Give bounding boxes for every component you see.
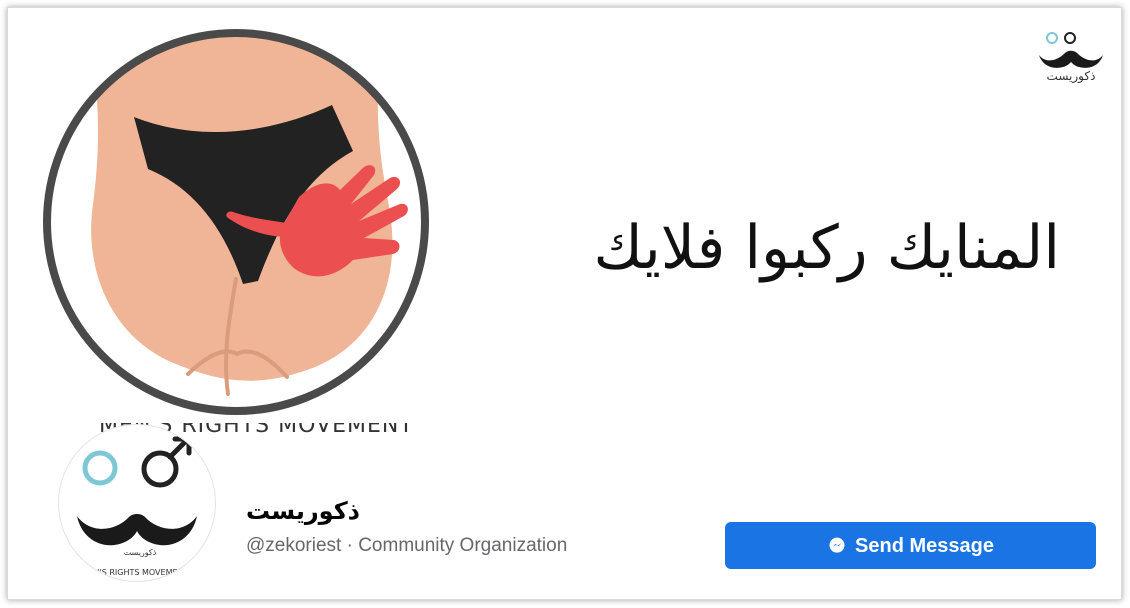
cover-illustration	[43, 29, 429, 415]
cover-photo: MEN'S RIGHTS MOVEMENT المنايك ركبوا فلاي…	[8, 8, 1121, 438]
send-message-button[interactable]: Send Message	[725, 522, 1096, 569]
avatar-arabic-text: ذكوريست	[123, 548, 157, 557]
facebook-page-header: MEN'S RIGHTS MOVEMENT المنايك ركبوا فلاي…	[7, 7, 1122, 600]
page-name[interactable]: ذكوريست	[246, 494, 426, 528]
corner-logo-text: ذكوريست	[1046, 69, 1096, 83]
cover-arabic-slogan: المنايك ركبوا فلايك	[593, 213, 1061, 283]
send-message-label: Send Message	[855, 534, 994, 557]
avatar-caption: MEN'S RIGHTS MOVEMENT	[81, 568, 189, 577]
messenger-icon	[829, 537, 845, 553]
page-handle-category: @zekoriest · Community Organization	[246, 535, 568, 556]
profile-avatar[interactable]: ذكوريست MEN'S RIGHTS MOVEMENT	[58, 424, 216, 582]
